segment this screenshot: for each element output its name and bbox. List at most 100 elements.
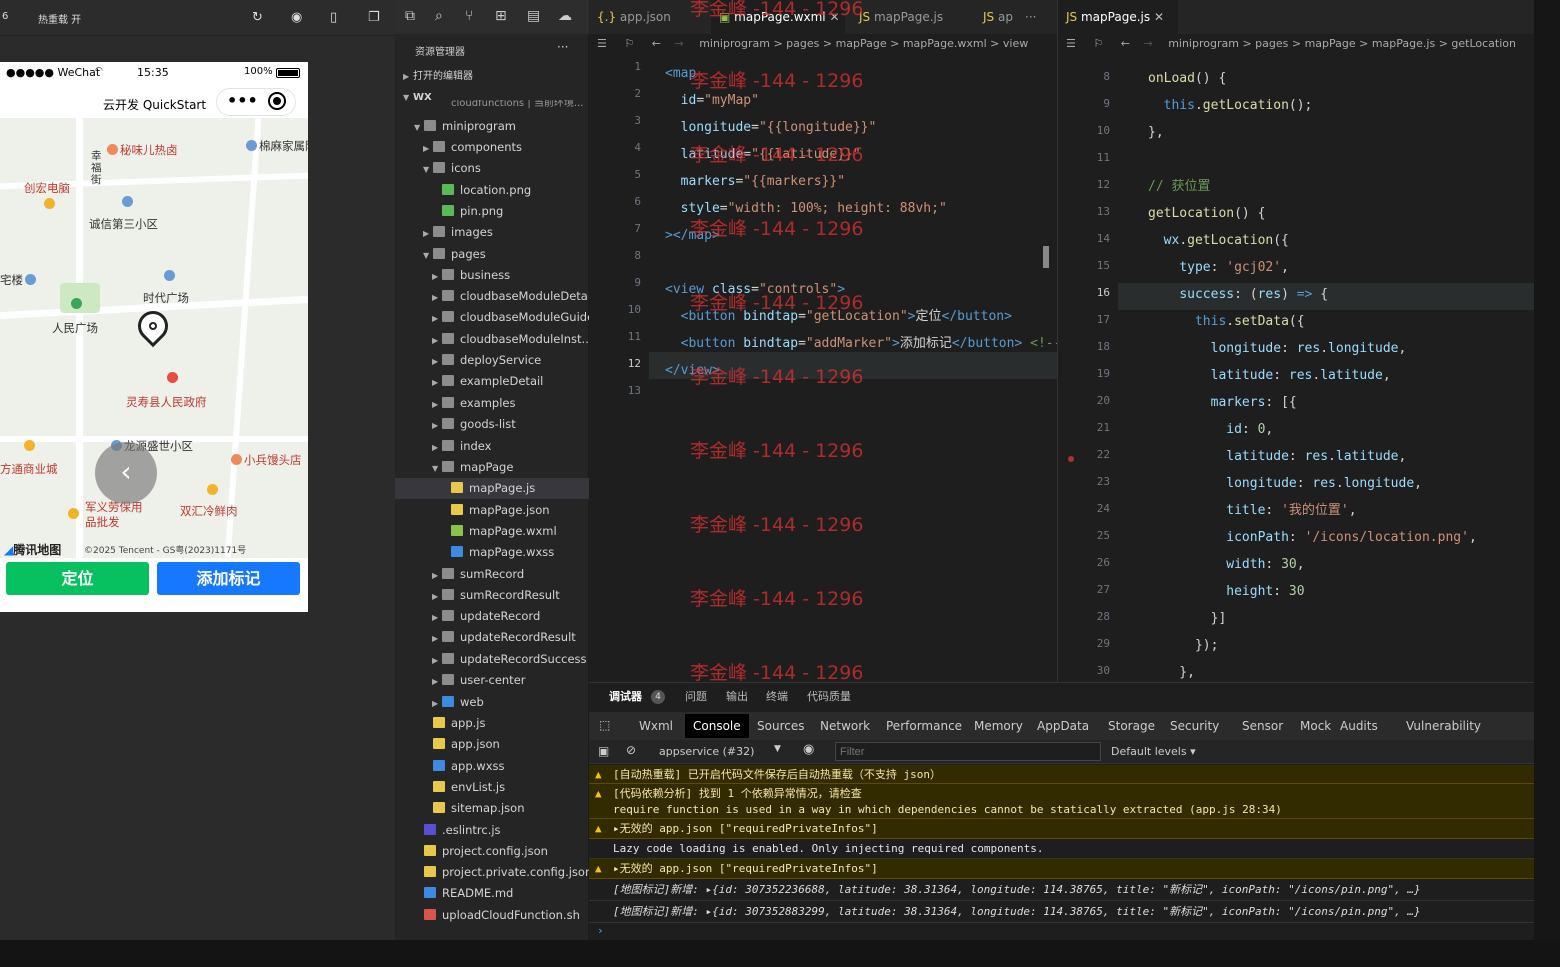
tree-item[interactable]: uploadCloudFunction.sh <box>395 905 589 926</box>
tree-item[interactable]: ▶ exampleDetail <box>395 371 589 392</box>
clear-console-icon[interactable]: ⊘ <box>626 743 636 757</box>
map-view[interactable]: 秘味儿热卤 棉麻家属院 幸福街 创宏电脑 诚信第三小区 时代广场 人民广场 灵寿… <box>0 118 308 558</box>
tree-item[interactable]: ▶ business <box>395 265 589 286</box>
tab-code-quality[interactable]: 代码质量 <box>807 683 851 711</box>
console-tab-memory[interactable]: Memory <box>966 714 1031 738</box>
tree-item[interactable]: ▼ pages <box>395 244 589 265</box>
files-icon[interactable]: ⧉ <box>405 8 415 24</box>
tree-item[interactable]: ▶ updateRecord <box>395 606 589 627</box>
simulator-device-num[interactable]: 6 <box>2 11 8 22</box>
console-tab-appdata[interactable]: AppData <box>1029 714 1097 738</box>
console-filter-input[interactable] <box>835 742 1101 761</box>
tree-item[interactable]: .eslintrc.js <box>395 820 589 841</box>
console-tab-security[interactable]: Security <box>1162 714 1227 738</box>
tree-item[interactable]: envList.js <box>395 777 589 798</box>
sidebar-toggle-icon[interactable]: ▣ <box>598 744 609 758</box>
tab-app-json[interactable]: {.} app.json <box>589 0 709 34</box>
more-actions-icon[interactable]: ··· <box>557 40 568 54</box>
open-editors-section[interactable]: ▶ 打开的编辑器 <box>395 66 589 87</box>
list-icon[interactable]: ☰ <box>1066 37 1076 50</box>
console-tab-sources[interactable]: Sources <box>749 714 812 738</box>
breakpoint-icon[interactable] <box>1068 456 1074 462</box>
tab-debugger[interactable]: 调试器 <box>609 683 642 711</box>
tree-item[interactable]: mapPage.json <box>395 500 589 521</box>
console-tab-storage[interactable]: Storage <box>1100 714 1163 738</box>
bookmark-icon[interactable]: ⚐ <box>624 37 634 50</box>
cloud-icon[interactable]: ☁ <box>558 8 572 24</box>
tree-item[interactable]: ▼ icons <box>395 158 589 179</box>
console-tab-vulnerability[interactable]: Vulnerability <box>1398 714 1489 738</box>
context-select[interactable]: appservice (#32) <box>659 745 754 758</box>
tab-mappage-js[interactable]: JS mapPage.js ✕ <box>1058 0 1178 34</box>
breadcrumb-path[interactable]: miniprogram > pages > mapPage > mapPage.… <box>699 37 1028 50</box>
tree-item[interactable]: ▶ user-center <box>395 670 589 691</box>
console-tab-audits[interactable]: Audits <box>1332 714 1386 738</box>
locate-button[interactable]: 定位 <box>6 562 149 595</box>
tree-item[interactable]: ▶ sumRecord <box>395 564 589 585</box>
back-arrow-icon[interactable]: ‹ <box>95 442 157 504</box>
breadcrumb-path[interactable]: miniprogram > pages > mapPage > mapPage.… <box>1168 37 1516 50</box>
tree-item[interactable]: app.json <box>395 734 589 755</box>
console-tab-network[interactable]: Network <box>812 714 878 738</box>
console-tab-performance[interactable]: Performance <box>878 714 970 738</box>
device-icon[interactable]: ▯ <box>330 10 337 25</box>
js-code[interactable]: onLoad() { this.getLocation(); }, // 获位置… <box>1148 65 1477 686</box>
tree-item[interactable]: project.config.json <box>395 841 589 862</box>
tree-item[interactable]: ▼ mapPage <box>395 457 589 478</box>
tab-mappage-js[interactable]: JS mapPage.js <box>851 0 971 34</box>
console-tab-console[interactable]: Console <box>685 714 749 738</box>
tree-item[interactable]: location.png <box>395 180 589 201</box>
tree-item[interactable]: ▶ sumRecordResult <box>395 585 589 606</box>
add-marker-button[interactable]: 添加标记 <box>157 562 300 595</box>
console-log-row[interactable]: [地图标记]新增: ▸{id: 307352883299, latitude: … <box>589 901 1534 923</box>
tree-item[interactable]: ▶ components <box>395 137 589 158</box>
forward-icon[interactable]: → <box>1143 37 1152 50</box>
tree-item[interactable]: ▶ cloudbaseModuleGuide <box>395 307 594 328</box>
list-icon[interactable]: ☰ <box>597 37 607 50</box>
tab-overflow[interactable]: ··· <box>1017 0 1047 34</box>
context-chevron-icon[interactable]: ▼ <box>774 744 781 754</box>
log-levels-select[interactable]: Default levels ▾ <box>1111 745 1196 758</box>
tree-item[interactable]: ▶ deployService <box>395 350 589 371</box>
tab-output[interactable]: 输出 <box>726 683 748 711</box>
tree-item[interactable]: sitemap.json <box>395 798 589 819</box>
extensions-icon[interactable]: ⊞ <box>495 8 507 24</box>
tree-item[interactable]: project.private.config.json <box>395 862 592 883</box>
console-log-row[interactable]: ▲ ▸无效的 app.json ["requiredPrivateInfos"] <box>589 819 1534 839</box>
forward-icon[interactable]: → <box>674 37 683 50</box>
tree-item[interactable]: ▶ cloudbaseModuleInst... <box>395 329 593 350</box>
wxml-code[interactable]: <map id="myMap" longitude="{{longitude}}… <box>665 60 1061 384</box>
eye-icon[interactable]: ◉ <box>803 742 814 757</box>
tree-item[interactable]: mapPage.wxml <box>395 521 589 542</box>
tab-ap[interactable]: JS ap <box>975 0 1015 34</box>
tree-item[interactable]: pin.png <box>395 201 589 222</box>
back-icon[interactable]: ← <box>652 37 661 50</box>
console-prompt[interactable]: › <box>589 923 1534 939</box>
tree-item[interactable]: ▶ cloudbaseModuleDetail <box>395 286 594 307</box>
tree-item[interactable]: mapPage.js <box>395 478 589 499</box>
tab-problems[interactable]: 问题 <box>685 683 707 711</box>
tree-item[interactable]: ▶ updateRecordSuccess <box>395 649 589 670</box>
search-icon[interactable]: ⌕ <box>435 8 443 24</box>
console-log-row[interactable]: ▲ ▸无效的 app.json ["requiredPrivateInfos"] <box>589 859 1534 879</box>
tree-item[interactable]: ▶ images <box>395 222 589 243</box>
console-tab-sensor[interactable]: Sensor <box>1234 714 1291 738</box>
tree-item[interactable]: ▶ updateRecordResult <box>395 627 589 648</box>
tree-item[interactable]: ▶ goods-list <box>395 414 589 435</box>
hot-reload-toggle[interactable]: 热重载 开 <box>38 11 81 26</box>
tree-item[interactable]: ▼ miniprogram <box>395 116 589 137</box>
refresh-icon[interactable]: ↻ <box>252 10 263 25</box>
tree-item[interactable]: README.md <box>395 883 589 904</box>
tab-terminal[interactable]: 终端 <box>766 683 788 711</box>
tab-mappage-wxml[interactable]: ▣ mapPage.wxml ✕ <box>711 0 845 34</box>
source-control-icon[interactable]: ⑂ <box>465 8 473 24</box>
close-capsule-icon[interactable] <box>268 92 286 110</box>
console-log-row[interactable]: [地图标记]新增: ▸{id: 307352236688, latitude: … <box>589 879 1534 901</box>
tree-item[interactable]: mapPage.wxss <box>395 542 589 563</box>
tree-item[interactable]: app.wxss <box>395 756 589 777</box>
panel-icon[interactable]: ▤ <box>527 8 540 24</box>
tree-item[interactable]: ▶ web <box>395 692 589 713</box>
stop-icon[interactable]: ◉ <box>291 10 302 25</box>
tree-item[interactable]: ▶ index <box>395 436 589 457</box>
console-tab-wxml[interactable]: Wxml <box>631 714 681 738</box>
